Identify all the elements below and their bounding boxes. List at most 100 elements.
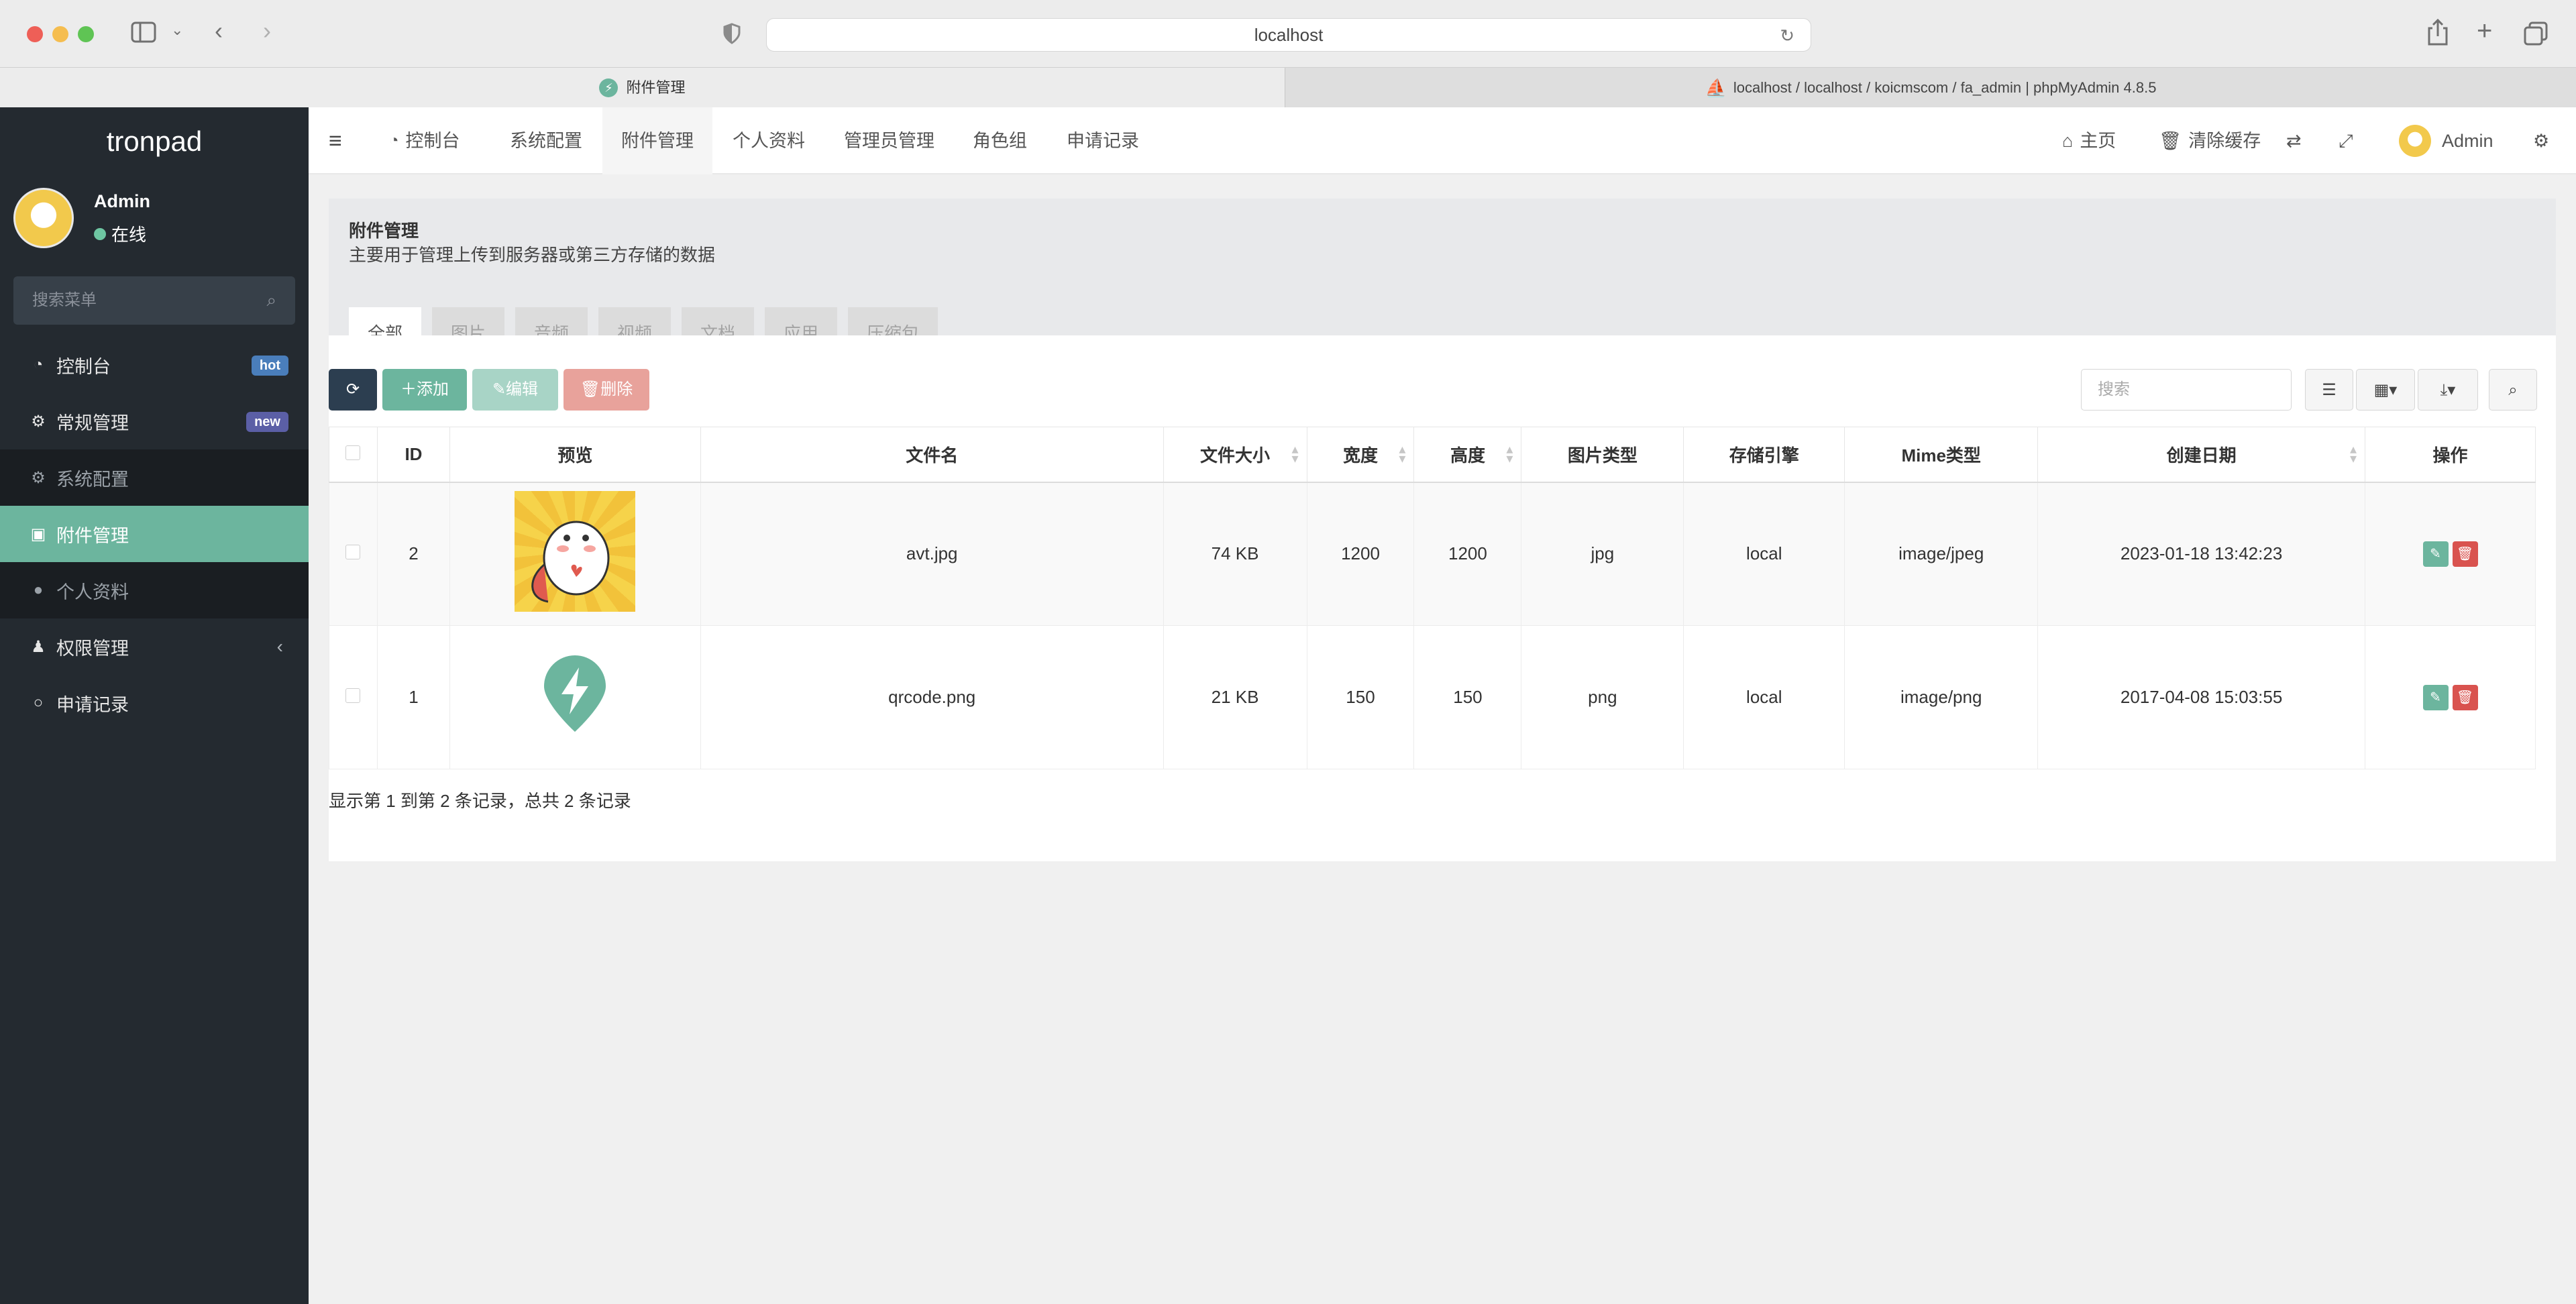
table-row[interactable]: 2 avt.jpg 74 KB 1200 1200 jpg local imag…	[329, 482, 2536, 626]
fullscreen-icon[interactable]: ⤢	[2339, 107, 2353, 174]
add-button[interactable]: ＋添加	[382, 369, 467, 411]
maximize-window-button[interactable]	[78, 26, 94, 42]
storage-cell[interactable]: local	[1683, 482, 1845, 626]
advanced-search-button[interactable]: ⌕	[2489, 369, 2537, 411]
close-window-button[interactable]	[27, 26, 43, 42]
address-bar[interactable]: localhost ↻	[766, 18, 1811, 52]
tab-label: 个人资料	[733, 131, 805, 151]
mime-cell[interactable]: image/png	[1844, 625, 2039, 769]
refresh-icon: ⟳	[345, 380, 360, 398]
search-icon[interactable]: ⌕	[266, 290, 276, 311]
table-row[interactable]: 1 qrcode.png 21 KB 150 150 png local ima…	[329, 625, 2536, 769]
language-icon[interactable]: ⇄	[2286, 107, 2302, 174]
tab-config[interactable]: 系统配置	[510, 107, 582, 174]
table-header-row: ID 预览 文件名 文件大小 ▴ ▾ 宽度 ▴ ▾ 高度 ▴ ▾ 图片类型 存储引擎 Mim…	[329, 427, 2536, 483]
tab-attachment[interactable]: 附件管理	[602, 107, 712, 174]
sidebar-item-label: 系统配置	[56, 469, 129, 490]
clear-cache-button[interactable]: 🗑 清除缓存	[2159, 107, 2261, 174]
home-link[interactable]: ⌂ 主页	[2062, 107, 2116, 174]
row-delete-button[interactable]: 🗑	[2452, 684, 2478, 710]
tab-label: 申请记录	[1067, 131, 1139, 151]
main-content: 附件管理 主要用于管理上传到服务器或第三方存储的数据 全部 图片 音频 视频 文…	[309, 174, 2576, 1304]
group-icon: ♟	[31, 637, 46, 656]
cogs-icon[interactable]: ⚙	[2533, 107, 2549, 174]
column-header-sortable[interactable]: 高度 ▴ ▾	[1413, 427, 1522, 483]
export-dropdown[interactable]: ⤓▾	[2418, 369, 2478, 411]
preview-cell	[449, 482, 701, 626]
filename-cell[interactable]: avt.jpg	[700, 482, 1164, 626]
sidebar-item-records[interactable]: ○ 申请记录	[0, 675, 309, 731]
bolt-icon: ⚡	[599, 78, 619, 97]
row-checkbox[interactable]	[345, 545, 361, 560]
tab-admins[interactable]: 管理员管理	[844, 107, 934, 174]
column-header-sortable[interactable]: 宽度 ▴ ▾	[1306, 427, 1415, 483]
table-search-input[interactable]	[2082, 370, 2291, 410]
reload-icon[interactable]: ↻	[1780, 27, 1794, 44]
tab-label: 系统配置	[510, 131, 582, 151]
dashboard-icon: ◔	[389, 131, 399, 150]
column-header-sortable[interactable]: 创建日期 ▴ ▾	[2037, 427, 2365, 483]
menu-search-input[interactable]	[13, 276, 295, 325]
sidebar-item-label: 附件管理	[56, 525, 129, 546]
search-icon: ⌕	[2508, 381, 2518, 399]
back-icon[interactable]: ‹	[215, 19, 223, 43]
hamburger-icon[interactable]: ≡	[329, 107, 342, 174]
select-all-checkbox[interactable]	[345, 445, 361, 460]
browser-tab-active[interactable]: ⚡ 附件管理	[0, 68, 1285, 108]
row-select-cell	[329, 482, 378, 626]
preview-image[interactable]	[515, 491, 636, 612]
minimize-window-button[interactable]	[52, 26, 68, 42]
column-header[interactable]: ID	[376, 427, 450, 483]
forward-icon[interactable]: ›	[263, 19, 271, 43]
chevron-down-icon[interactable]: ⌄	[171, 23, 183, 38]
sidebar-item-config[interactable]: ⚙ 系统配置	[0, 449, 309, 506]
share-icon[interactable]	[2427, 18, 2449, 49]
page-subtitle: 主要用于管理上传到服务器或第三方存储的数据	[349, 245, 716, 265]
pagination-info: 显示第 1 到第 2 条记录，总共 2 条记录	[329, 791, 631, 811]
new-tab-icon[interactable]: +	[2477, 17, 2492, 44]
sort-icon: ▴ ▾	[1506, 442, 1513, 466]
browser-tab[interactable]: ⛵ localhost / localhost / koicmscom / fa…	[1285, 68, 2576, 108]
tab-profile[interactable]: 个人资料	[733, 107, 805, 174]
row-edit-button[interactable]: ✎	[2422, 541, 2449, 567]
row-checkbox[interactable]	[345, 688, 361, 703]
preview-cell	[449, 625, 701, 769]
type-cell[interactable]: png	[1521, 625, 1684, 769]
tab-dashboard[interactable]: ◔ 控制台	[389, 107, 460, 174]
sidebar-item-auth[interactable]: ♟ 权限管理 ‹	[0, 618, 309, 675]
sidebar-item-general[interactable]: ⚙ 常规管理 new	[0, 393, 309, 449]
preview-image[interactable]	[540, 655, 610, 735]
header-label: 文件大小	[1200, 445, 1271, 466]
delete-button[interactable]: 🗑删除	[564, 369, 649, 411]
tab-label: 控制台	[405, 131, 460, 151]
toggle-view-button[interactable]: ☰	[2305, 369, 2353, 411]
privacy-shield-icon[interactable]	[723, 23, 741, 48]
width-cell: 1200	[1306, 482, 1415, 626]
hot-badge: hot	[251, 356, 288, 376]
actions-cell: ✎ 🗑	[2365, 482, 2536, 626]
filename-cell[interactable]: qrcode.png	[700, 625, 1164, 769]
user-menu[interactable]: Admin	[2399, 107, 2493, 174]
sidebar-item-profile[interactable]: ● 个人资料	[0, 562, 309, 618]
sidebar-item-dashboard[interactable]: ◔ 控制台 hot	[0, 337, 309, 393]
delete-label: 删除	[600, 380, 633, 398]
storage-cell[interactable]: local	[1683, 625, 1845, 769]
row-edit-button[interactable]: ✎	[2422, 684, 2449, 710]
edit-button[interactable]: ✎编辑	[472, 369, 558, 411]
id-cell: 1	[376, 625, 450, 769]
tab-overview-icon[interactable]	[2524, 21, 2548, 49]
tab-records[interactable]: 申请记录	[1067, 107, 1139, 174]
brand-logo[interactable]: tronpad	[0, 107, 309, 176]
refresh-button[interactable]: ⟳	[329, 369, 377, 411]
sidebar-item-attachment[interactable]: ▣ 附件管理	[0, 506, 309, 562]
new-badge: new	[246, 412, 288, 432]
trash-icon: 🗑	[580, 380, 601, 398]
type-cell[interactable]: jpg	[1521, 482, 1684, 626]
column-header-sortable[interactable]: 文件大小 ▴ ▾	[1163, 427, 1307, 483]
tab-roles[interactable]: 角色组	[973, 107, 1027, 174]
columns-dropdown[interactable]: ▦▾	[2356, 369, 2415, 411]
sidebar-toggle-icon[interactable]	[131, 21, 156, 47]
mime-cell[interactable]: image/jpeg	[1844, 482, 2039, 626]
row-delete-button[interactable]: 🗑	[2452, 541, 2478, 567]
panel-body: ⟳ ＋添加 ✎编辑 🗑删除 ☰ ▦▾ ⤓▾ ⌕ ID 预览 文件名 文件大小▴▾…	[329, 335, 2556, 861]
